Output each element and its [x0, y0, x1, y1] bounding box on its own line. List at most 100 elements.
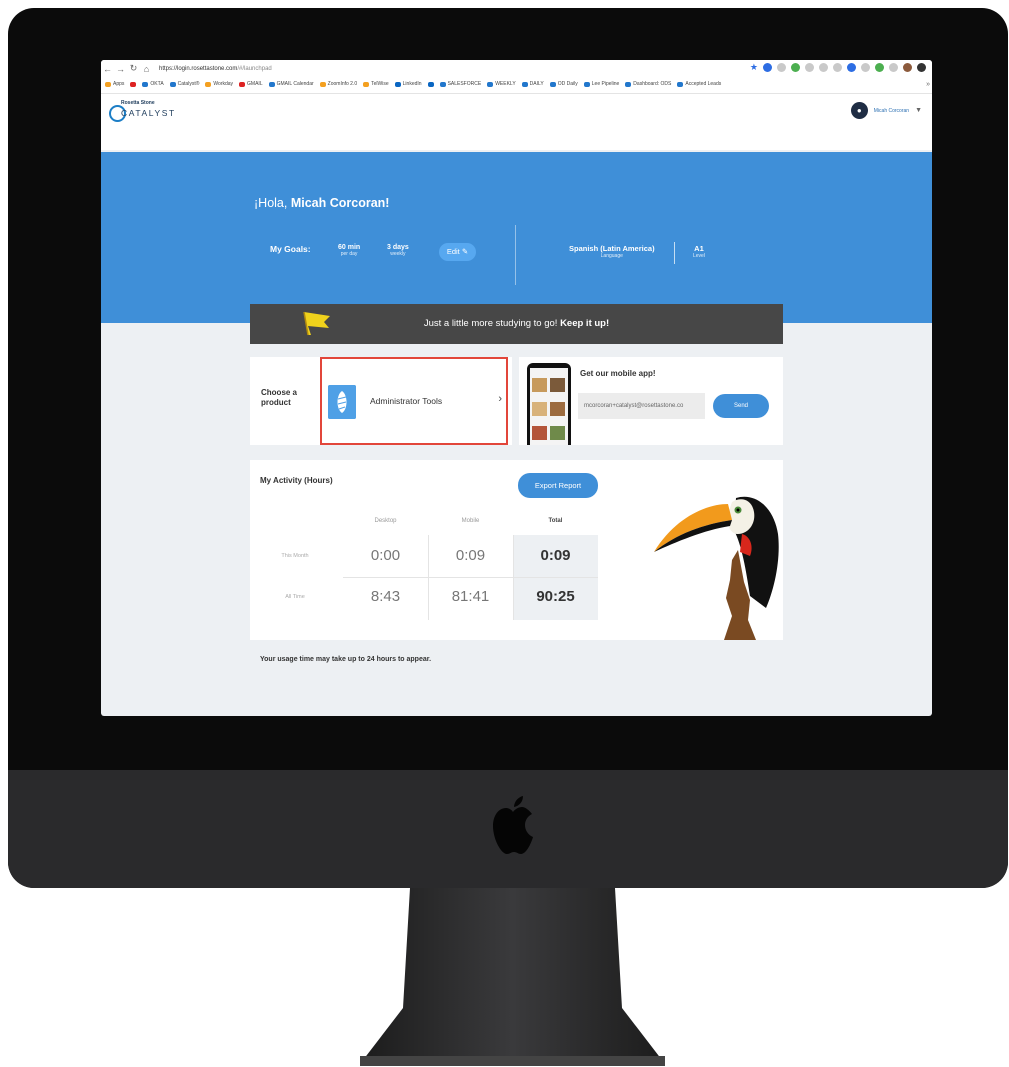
extension-icons: ★: [750, 63, 926, 72]
thumbnail-image: [532, 402, 547, 416]
bookmark-item[interactable]: Workday: [205, 81, 233, 87]
choose-product-card: Choose a product Administrator Tools ›: [250, 357, 512, 445]
row-divider: [343, 577, 598, 578]
goal-days: 3 days weekly: [387, 244, 409, 257]
goal-minutes: 60 min per day: [338, 244, 360, 257]
reload-icon[interactable]: ↻: [127, 63, 140, 74]
rosetta-stone-logo[interactable]: Rosetta Stone CATALYST: [109, 100, 189, 126]
gmail-icon: [239, 81, 246, 87]
email-field[interactable]: mcorcoran+catalyst@rosettastone.co: [578, 393, 705, 419]
bookmark-item[interactable]: Dashboard: ODS: [625, 81, 671, 87]
profile-avatar-icon[interactable]: [903, 63, 912, 72]
forward-icon[interactable]: →: [114, 64, 127, 74]
bookmark-item[interactable]: OD Daily: [549, 81, 578, 87]
all-time-desktop: 8:43: [370, 588, 401, 605]
address-bar[interactable]: https://login.rosettastone.com/#/launchp…: [159, 66, 272, 72]
bookmark-icon: [169, 81, 176, 87]
back-icon[interactable]: ←: [101, 64, 114, 74]
goal-minutes-unit: per day: [340, 251, 358, 257]
all-time-total: 90:25: [536, 588, 575, 605]
linkedin-icon: [427, 81, 434, 87]
linkedin-icon: [394, 81, 401, 87]
more-bookmarks-icon[interactable]: »: [926, 81, 930, 88]
goals-label: My Goals:: [270, 244, 311, 254]
thumbnail-image: [532, 378, 547, 392]
activity-card: My Activity (Hours) Export Report Deskto…: [250, 460, 783, 640]
send-button[interactable]: Send: [713, 394, 769, 418]
bookmark-item[interactable]: ZoomInfo 2.0: [319, 81, 357, 87]
bookmark-item[interactable]: Apps: [105, 81, 124, 87]
bookmark-item[interactable]: Catalyst®: [169, 81, 199, 87]
bookmark-item[interactable]: DAILY: [521, 81, 544, 87]
extension-icon[interactable]: [791, 63, 800, 72]
extension-icon[interactable]: [861, 63, 870, 72]
row-label-this-month: This Month: [281, 553, 309, 559]
folder-icon: [439, 81, 446, 87]
folder-icon: [677, 81, 684, 87]
bookmark-icon: [205, 81, 212, 87]
banner-text: Just a little more studying to go!: [423, 318, 561, 329]
all-time-mobile: 81:41: [451, 588, 490, 605]
bookmark-item[interactable]: [130, 81, 137, 87]
column-header-mobile: Mobile: [461, 518, 480, 524]
bookmark-item[interactable]: OKTA: [142, 81, 164, 87]
thumbnail-image: [550, 426, 565, 440]
flag-icon: [303, 311, 330, 336]
bookmark-item[interactable]: [427, 81, 434, 87]
bookmark-icon: [142, 81, 149, 87]
edit-goals-button[interactable]: Edit ✎: [439, 243, 476, 261]
column-header-desktop: Desktop: [374, 518, 397, 524]
bookmark-item[interactable]: TelWise: [363, 81, 389, 87]
choose-product-label: Choose a product: [261, 388, 298, 407]
url-path: /#/launchpad: [237, 65, 272, 72]
language-divider: [674, 242, 675, 264]
extension-icon[interactable]: [777, 63, 786, 72]
folder-icon: [625, 81, 632, 87]
imac-stand: [360, 888, 665, 1066]
thumbnail-image: [550, 402, 565, 416]
chevron-down-icon: ▼: [915, 107, 922, 114]
column-header-total: Total: [548, 518, 563, 524]
this-month-desktop: 0:00: [370, 547, 401, 564]
greeting: ¡Hola, Micah Corcoran!: [254, 196, 389, 210]
bookmark-icon: [319, 81, 326, 87]
chevron-right-icon: ›: [498, 393, 502, 405]
home-icon[interactable]: ⌂: [140, 64, 153, 74]
bookmark-item[interactable]: Lee Pipeline: [583, 81, 619, 87]
progress-banner: Just a little more studying to go! Keep …: [250, 304, 783, 344]
imac-mockup: ← → ↻ ⌂ https://login.rosettastone.com/#…: [0, 0, 1009, 1067]
extension-icon[interactable]: [875, 63, 884, 72]
language-caption: Language: [600, 253, 623, 259]
extension-icon[interactable]: [819, 63, 828, 72]
catalyst-product-icon: [328, 385, 356, 419]
bookmark-item[interactable]: WEEKLY: [487, 81, 516, 87]
extension-icon[interactable]: [889, 63, 898, 72]
goal-days-unit: weekly: [390, 251, 406, 257]
bookmark-item[interactable]: GMAIL: [239, 81, 263, 87]
calendar-icon: [268, 81, 275, 87]
bookmark-icon: [130, 81, 137, 87]
thumbnail-image: [532, 426, 547, 440]
user-name: Micah Corcoran: [873, 107, 910, 114]
export-report-button[interactable]: Export Report: [518, 473, 598, 498]
folder-icon: [583, 81, 590, 87]
bookmark-item[interactable]: LinkedIn: [394, 81, 422, 87]
bookmark-item[interactable]: Accepted Leads: [677, 81, 721, 87]
menu-icon[interactable]: [917, 63, 926, 72]
folder-icon: [487, 81, 494, 87]
logo-product: CATALYST: [121, 108, 176, 118]
extension-icon[interactable]: [847, 63, 856, 72]
bookmark-item[interactable]: GMAIL Calendar: [268, 81, 314, 87]
apple-logo-icon: [493, 796, 533, 854]
bookmark-star-icon[interactable]: ★: [750, 63, 758, 72]
extension-icon[interactable]: [763, 63, 772, 72]
level-value: A1: [694, 244, 704, 253]
language-display[interactable]: Spanish (Latin America) Language: [569, 244, 655, 259]
extension-icon[interactable]: [833, 63, 842, 72]
user-avatar-icon: ●: [850, 102, 868, 119]
user-menu[interactable]: ● Micah Corcoran ▼: [850, 102, 922, 119]
bookmark-item[interactable]: SALESFORCE: [439, 81, 481, 87]
extension-icon[interactable]: [805, 63, 814, 72]
banner-emphasis: Keep it up!: [560, 318, 610, 329]
administrator-tools-tile[interactable]: Administrator Tools ›: [320, 357, 508, 445]
